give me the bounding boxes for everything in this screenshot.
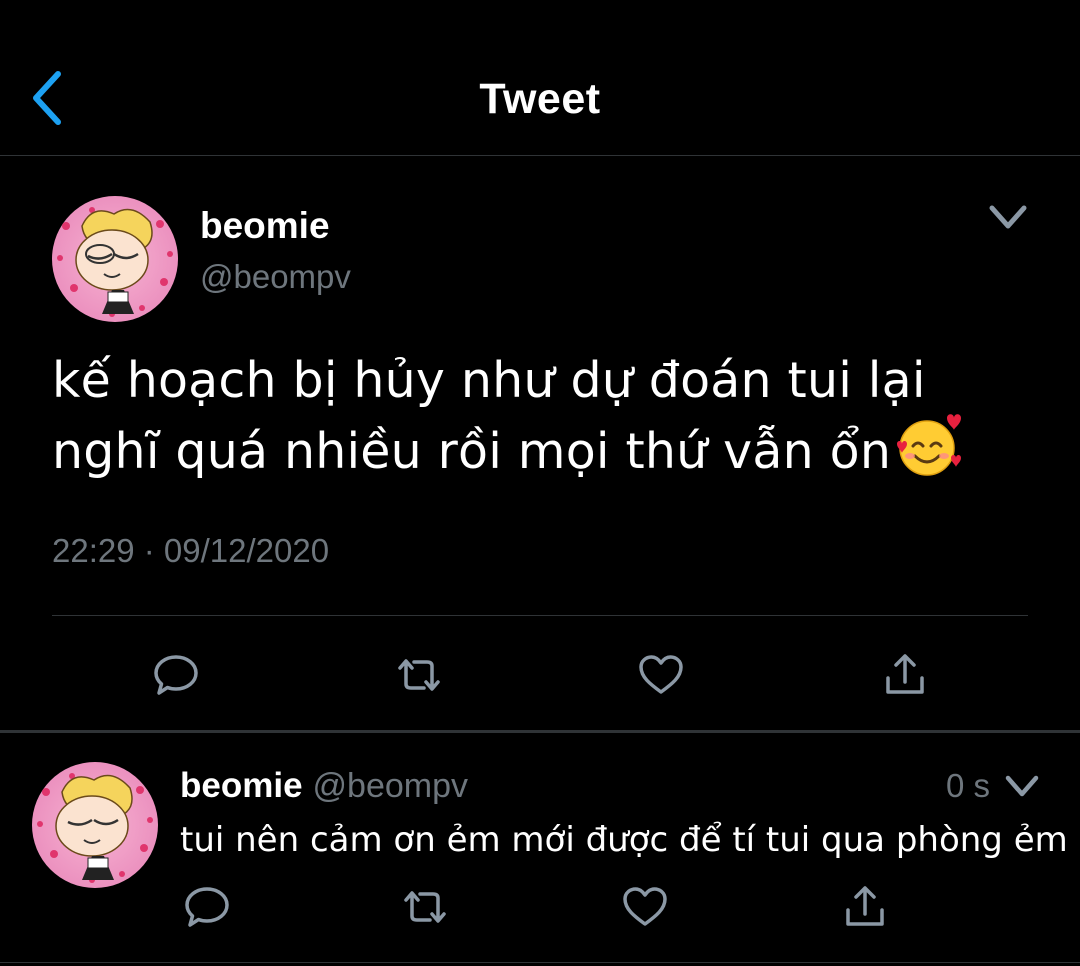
reply-avatar[interactable]: [32, 762, 158, 888]
chevron-down-icon: [989, 205, 1027, 229]
reply-button[interactable]: [151, 652, 201, 698]
like-button[interactable]: [636, 652, 686, 698]
reply-time: 0 s: [946, 767, 991, 804]
reply-icon: [185, 887, 229, 927]
avatar[interactable]: [52, 196, 178, 322]
more-options-button[interactable]: [984, 200, 1032, 236]
retweet-icon: [404, 891, 446, 923]
retweet-button[interactable]: [394, 652, 444, 698]
like-icon: [639, 655, 683, 694]
divider: [0, 962, 1080, 963]
like-icon: [623, 887, 667, 926]
divider: [52, 615, 1028, 616]
reply-like-button[interactable]: [620, 884, 670, 930]
reply-reply-button[interactable]: [182, 884, 232, 930]
tweet-text-line: kế hoạch bị hủy như dự đoán tui lại: [52, 352, 926, 409]
tweet-timestamp[interactable]: 22:29 · 09/12/2020: [52, 530, 329, 572]
tweet-text-line: nghĩ quá nhiều rồi mọi thứ vẫn ổn: [52, 423, 892, 480]
reply-text: tui nên cảm ơn ẻm mới được để tí tui qua…: [180, 820, 1068, 860]
reply-more-options-button[interactable]: [1002, 772, 1042, 802]
share-button[interactable]: [880, 652, 930, 698]
section-divider: [0, 730, 1080, 733]
share-icon: [886, 654, 924, 694]
page-title: Tweet: [479, 75, 601, 123]
reply-retweet-button[interactable]: [400, 884, 450, 930]
share-icon: [846, 886, 884, 926]
smiling-face-with-hearts-icon: [897, 414, 962, 476]
author-name[interactable]: beomie: [200, 204, 330, 248]
tweet-text-line-2: nghĩ quá nhiều rồi mọi thứ vẫn ổn: [52, 412, 1052, 483]
chevron-down-icon: [1005, 775, 1039, 797]
reply-header: beomie @beompv: [180, 764, 468, 815]
reply-share-button[interactable]: [840, 884, 890, 930]
retweet-icon: [398, 659, 440, 691]
author-handle[interactable]: @beompv: [200, 256, 351, 298]
reply-icon: [154, 655, 198, 695]
tweet-text: kế hoạch bị hủy như dự đoán tui lại nghĩ…: [52, 350, 1052, 483]
reply-author-handle[interactable]: @beompv: [313, 767, 468, 805]
top-bar: Tweet: [0, 0, 1080, 156]
reply-author-name[interactable]: beomie: [180, 766, 303, 805]
